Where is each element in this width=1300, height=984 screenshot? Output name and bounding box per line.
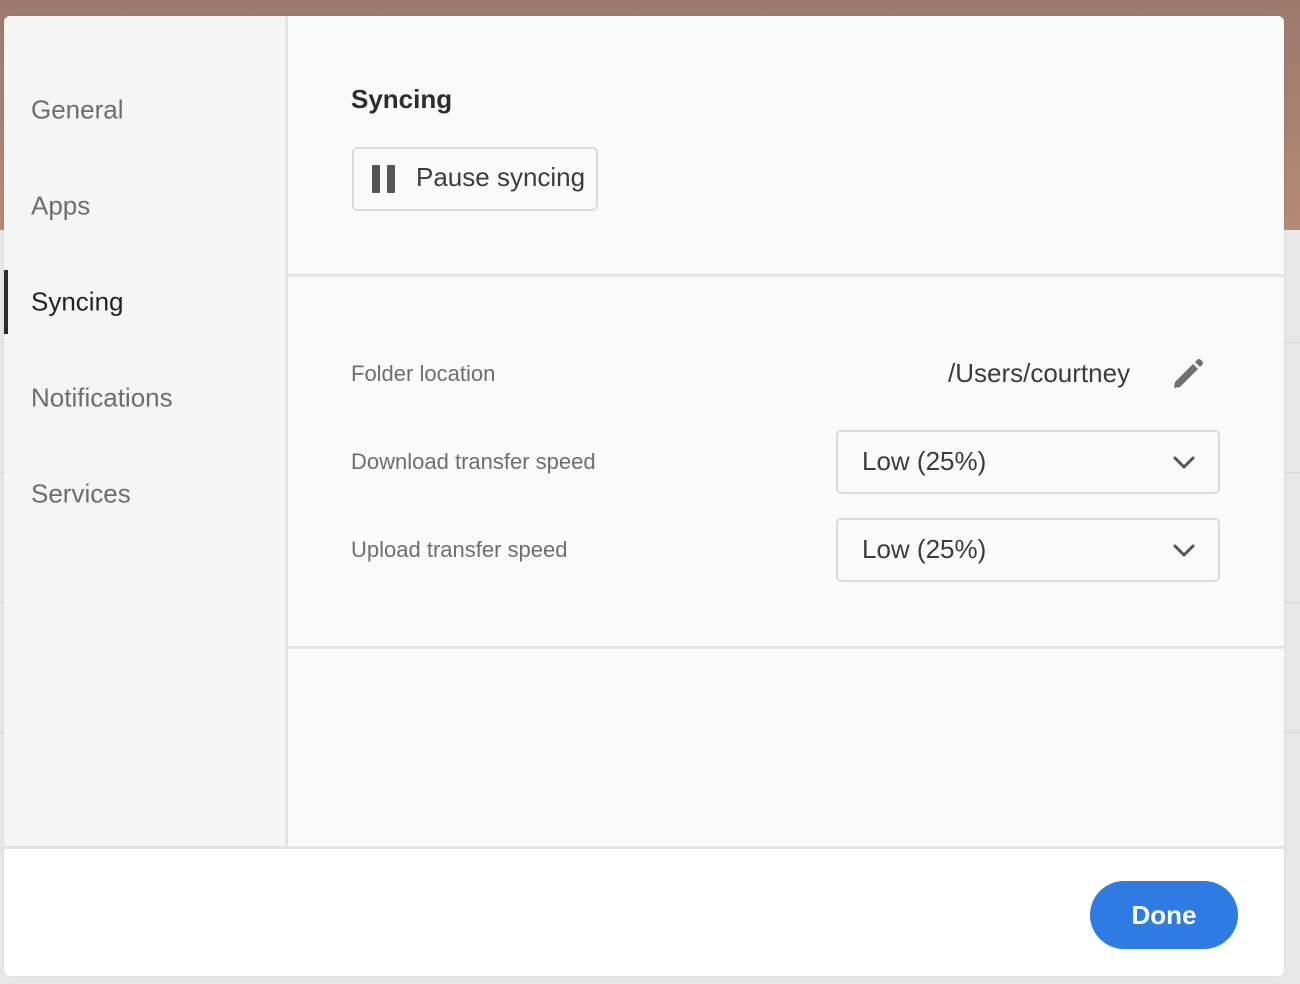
sidebar-item-label: Apps (31, 190, 91, 221)
syncing-panel: Syncing Pause syncing Folder location /U… (288, 16, 1284, 846)
download-speed-dropdown[interactable]: Low (25%) (836, 430, 1220, 494)
sidebar-item-apps[interactable]: Apps (4, 174, 285, 238)
done-button[interactable]: Done (1090, 881, 1238, 949)
preferences-dialog: General Apps Syncing Notifications Servi… (4, 16, 1284, 976)
download-speed-label: Download transfer speed (351, 449, 596, 474)
sidebar-item-general[interactable]: General (4, 78, 285, 142)
upload-speed-value: Low (25%) (862, 534, 987, 564)
sidebar-item-services[interactable]: Services (4, 462, 285, 526)
sidebar-item-syncing[interactable]: Syncing (4, 270, 285, 334)
pencil-icon[interactable] (1168, 354, 1208, 394)
sidebar-item-label: Syncing (31, 286, 124, 317)
section-divider (288, 646, 1284, 649)
pause-syncing-label: Pause syncing (416, 162, 586, 192)
folder-location-label: Folder location (351, 361, 496, 386)
folder-location-value: /Users/courtney (948, 358, 1131, 388)
pause-syncing-button[interactable]: Pause syncing (352, 147, 598, 211)
upload-speed-dropdown[interactable]: Low (25%) (836, 518, 1220, 582)
dialog-footer: Done (4, 846, 1284, 976)
upload-speed-label: Upload transfer speed (351, 537, 568, 562)
preferences-sidebar: General Apps Syncing Notifications Servi… (4, 16, 288, 846)
page-title: Syncing (351, 84, 453, 114)
chevron-down-icon (1173, 544, 1195, 557)
sidebar-item-label: General (31, 94, 124, 125)
sidebar-item-notifications[interactable]: Notifications (4, 366, 285, 430)
sidebar-item-label: Services (31, 478, 131, 509)
download-speed-value: Low (25%) (862, 446, 987, 476)
section-divider (288, 274, 1284, 277)
chevron-down-icon (1173, 456, 1195, 469)
selected-indicator (4, 270, 8, 334)
sidebar-item-label: Notifications (31, 382, 173, 413)
pause-icon (372, 165, 396, 193)
